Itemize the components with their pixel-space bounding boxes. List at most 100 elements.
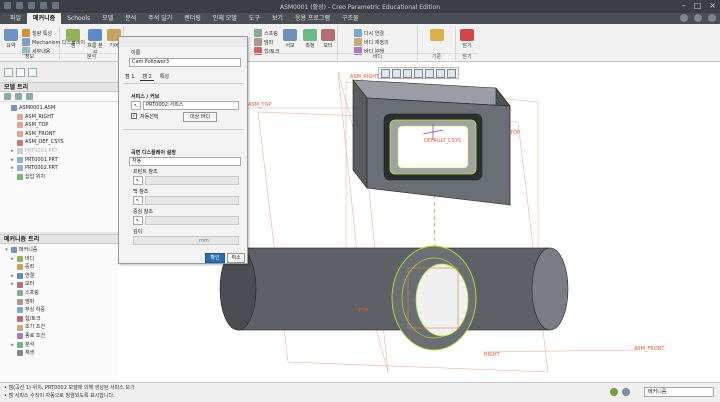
expand-icon[interactable]: ▾ bbox=[4, 246, 9, 255]
display-select[interactable]: 자동 bbox=[129, 157, 241, 166]
search-icon[interactable] bbox=[680, 14, 688, 22]
expand-icon[interactable]: ▸ bbox=[10, 272, 15, 281]
back-ref-field[interactable] bbox=[145, 196, 239, 205]
expand-icon[interactable]: ▸ bbox=[10, 280, 15, 289]
front-ref-arrow[interactable]: ↖ bbox=[133, 176, 143, 185]
tree-settings-icon[interactable] bbox=[4, 93, 11, 100]
tab-cam1[interactable]: 캠 1 bbox=[123, 73, 136, 81]
datum-button[interactable] bbox=[428, 29, 446, 42]
zoom-in-icon[interactable] bbox=[392, 69, 401, 78]
mech-tree-item-label: 연결 bbox=[25, 272, 35, 279]
tab-8[interactable]: 도구 bbox=[243, 13, 266, 24]
favorites-icon[interactable] bbox=[28, 68, 37, 77]
tab-cam2[interactable]: 캠 2 bbox=[140, 73, 154, 81]
datum-display-icon[interactable] bbox=[447, 69, 456, 78]
mech-tree-item[interactable]: 댐퍼 bbox=[4, 298, 118, 307]
display-style-icon[interactable] bbox=[425, 69, 434, 78]
measure-button[interactable]: 측정 bbox=[302, 29, 318, 49]
tree-item[interactable]: ASM_FRONT bbox=[4, 130, 118, 139]
help-icon[interactable] bbox=[694, 14, 702, 22]
tab-6[interactable]: 렌더링 bbox=[178, 13, 207, 24]
front-ref-field[interactable] bbox=[145, 176, 239, 185]
selection-status-icon[interactable] bbox=[622, 388, 630, 396]
model-tree-tab-icon[interactable] bbox=[4, 68, 13, 77]
maximize-icon[interactable]: □ bbox=[694, 1, 702, 10]
spring-button[interactable]: 스프링 bbox=[254, 29, 278, 37]
tree-item[interactable]: ASM_RIGHT bbox=[4, 113, 118, 122]
mech-tree-item[interactable]: 부싱 하중 bbox=[4, 306, 118, 315]
refit-icon[interactable] bbox=[381, 69, 390, 78]
close-mechanism-button[interactable]: 닫기 bbox=[459, 29, 475, 49]
tree-item[interactable]: ASM_TOP bbox=[4, 121, 118, 130]
back-ref-arrow[interactable]: ↖ bbox=[133, 196, 143, 205]
summary-button[interactable]: 요약 bbox=[3, 29, 19, 49]
expand-icon[interactable]: ▸ bbox=[10, 156, 15, 165]
damper-button[interactable]: 댐퍼 bbox=[254, 38, 273, 46]
tab-11[interactable]: 구조물 bbox=[336, 13, 365, 24]
tab-1[interactable]: 메커니즘 bbox=[27, 13, 62, 24]
center-ref-arrow[interactable]: ↖ bbox=[133, 216, 143, 225]
cam-button[interactable]: 캠 bbox=[64, 29, 82, 49]
center-ref-field[interactable] bbox=[145, 216, 239, 225]
close-window-icon[interactable]: × bbox=[709, 1, 716, 10]
flow-analysis-button[interactable]: 흐름 분석 bbox=[86, 29, 104, 56]
depth-field[interactable] bbox=[133, 236, 239, 245]
tree-item[interactable]: ▸ PRT0002.PRT bbox=[4, 164, 118, 173]
saved-views-icon[interactable] bbox=[436, 69, 445, 78]
tree-item[interactable]: ASM0001.ASM bbox=[4, 104, 118, 113]
expand-icon[interactable]: ▸ bbox=[10, 147, 15, 156]
tab-3[interactable]: 모델 bbox=[96, 13, 119, 24]
tab-2[interactable]: Schools bbox=[61, 13, 96, 24]
motor-button[interactable]: 모터 bbox=[320, 29, 336, 49]
surface-select-arrow[interactable]: ↖ bbox=[131, 101, 141, 110]
mech-tree-item[interactable]: ▸ 연결 bbox=[4, 272, 118, 281]
mech-tree-item[interactable]: ▸ 분석 bbox=[4, 341, 118, 350]
zoom-out-icon[interactable] bbox=[403, 69, 412, 78]
tab-10[interactable]: 응용 프로그램 bbox=[289, 13, 336, 24]
datum-icon bbox=[430, 29, 444, 41]
mech-tree-item[interactable]: 초기 조건 bbox=[4, 323, 118, 332]
tab-properties[interactable]: 특성 bbox=[158, 73, 171, 81]
select-body-button[interactable]: 대상 바디 bbox=[183, 112, 217, 122]
mech-tree-item[interactable]: ▸ 바디 bbox=[4, 255, 118, 264]
settings-icon[interactable] bbox=[708, 14, 716, 22]
expand-icon[interactable]: ▸ bbox=[10, 164, 15, 173]
mech-tree-item[interactable]: ▸ 모터 bbox=[4, 280, 118, 289]
name-field[interactable]: Cam Follower3 bbox=[129, 58, 241, 67]
minimize-icon[interactable]: – bbox=[682, 1, 686, 10]
servo-button[interactable]: 서보 bbox=[282, 29, 298, 49]
tree-show-icon[interactable] bbox=[26, 93, 33, 100]
expand-icon[interactable]: ▸ bbox=[10, 341, 15, 350]
cam-follower-part[interactable] bbox=[219, 245, 569, 351]
folder-browser-icon[interactable] bbox=[16, 68, 25, 77]
tree-item[interactable]: ASM_DEF_CSYS bbox=[4, 138, 118, 147]
tab-7[interactable]: 인체 모델 bbox=[207, 13, 243, 24]
tab-9[interactable]: 보기 bbox=[266, 13, 289, 24]
tab-5[interactable]: 주석 달기 bbox=[142, 13, 178, 24]
cancel-button[interactable]: 취소 bbox=[227, 253, 245, 263]
surface-field[interactable]: PRT0002:서피스 bbox=[143, 101, 239, 110]
mech-tree-item[interactable]: 중력 bbox=[4, 263, 118, 272]
auto-select-checkbox[interactable]: ✓ bbox=[131, 113, 137, 119]
regen-status-icon[interactable] bbox=[610, 388, 618, 396]
body-redefine-button[interactable]: 바디 재정의 bbox=[354, 38, 389, 46]
tab-4[interactable]: 분석 bbox=[119, 13, 142, 24]
expand-icon[interactable]: ▸ bbox=[10, 255, 15, 264]
tab-0[interactable]: 파일 bbox=[4, 13, 27, 24]
mech-tree-item[interactable]: 재생 bbox=[4, 349, 118, 358]
tree-item[interactable]: ▸ PRT0001.PRT bbox=[4, 156, 118, 165]
ok-button[interactable]: 확인 bbox=[205, 253, 225, 263]
mech-tree-item[interactable]: 스프링 bbox=[4, 289, 118, 298]
reconnect-button[interactable]: 다시 연결 bbox=[354, 29, 384, 37]
repaint-icon[interactable] bbox=[414, 69, 423, 78]
mech-tree-item[interactable]: ▾ 메커니즘 bbox=[4, 246, 118, 255]
tree-item[interactable]: 삽입 위치 bbox=[4, 173, 118, 182]
tree-filter-icon[interactable] bbox=[15, 93, 22, 100]
depth-label: 깊이 bbox=[133, 229, 143, 235]
selection-filter[interactable]: 메커니즘 bbox=[644, 387, 714, 397]
tree-item[interactable]: ▸ PRT0001.PRT bbox=[4, 147, 118, 156]
mech-tree-item[interactable]: 종료 조건 bbox=[4, 332, 118, 341]
feature-icon bbox=[17, 174, 23, 181]
mass-properties-button[interactable]: 질량 특성 bbox=[22, 29, 52, 37]
mech-tree-item[interactable]: 힘/토크 bbox=[4, 315, 118, 324]
